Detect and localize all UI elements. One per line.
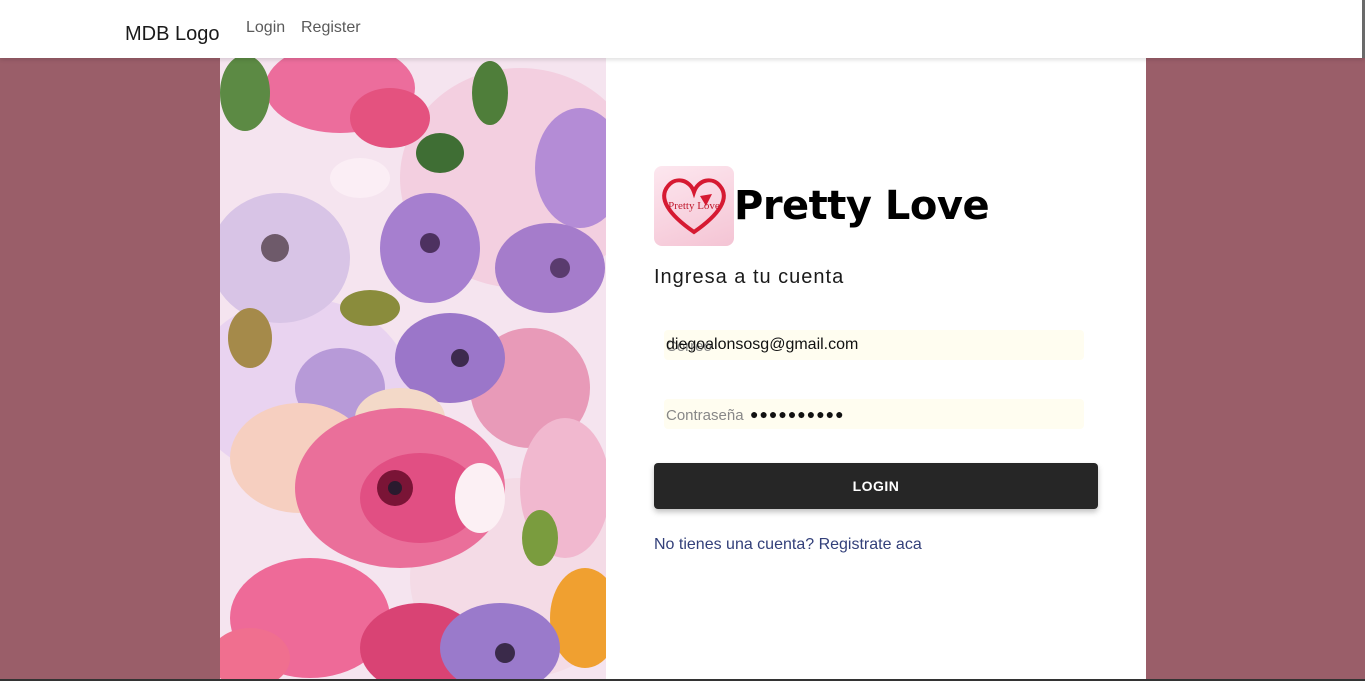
app-title: Pretty Love <box>734 183 990 229</box>
navbar: MDB Logo Login Register <box>0 0 1365 58</box>
register-link[interactable]: No tienes una cuenta? Registrate aca <box>654 536 922 554</box>
login-button[interactable]: LOGIN <box>654 463 1098 509</box>
heart-logo-icon: Pretty Love <box>654 166 734 246</box>
brand-header: Pretty Love Pretty Love <box>654 166 990 246</box>
password-label: Contraseña <box>666 407 744 424</box>
password-field[interactable]: Contraseña ●●●●●●●●●● <box>654 397 1098 431</box>
nav-login-link[interactable]: Login <box>246 19 285 37</box>
flower-image <box>220 58 606 681</box>
nav-register-link[interactable]: Register <box>301 19 361 37</box>
email-field[interactable]: Correo diegoalonsosg@gmail.com <box>654 328 1098 362</box>
login-card: Pretty Love Pretty Love Ingresa a tu cue… <box>220 58 1146 681</box>
email-input[interactable]: diegoalonsosg@gmail.com <box>666 336 858 354</box>
login-form: Pretty Love Pretty Love Ingresa a tu cue… <box>654 58 1098 681</box>
password-input[interactable]: ●●●●●●●●●● <box>750 406 845 422</box>
brand-logo[interactable]: MDB Logo <box>125 23 220 46</box>
login-subtitle: Ingresa a tu cuenta <box>654 266 845 288</box>
